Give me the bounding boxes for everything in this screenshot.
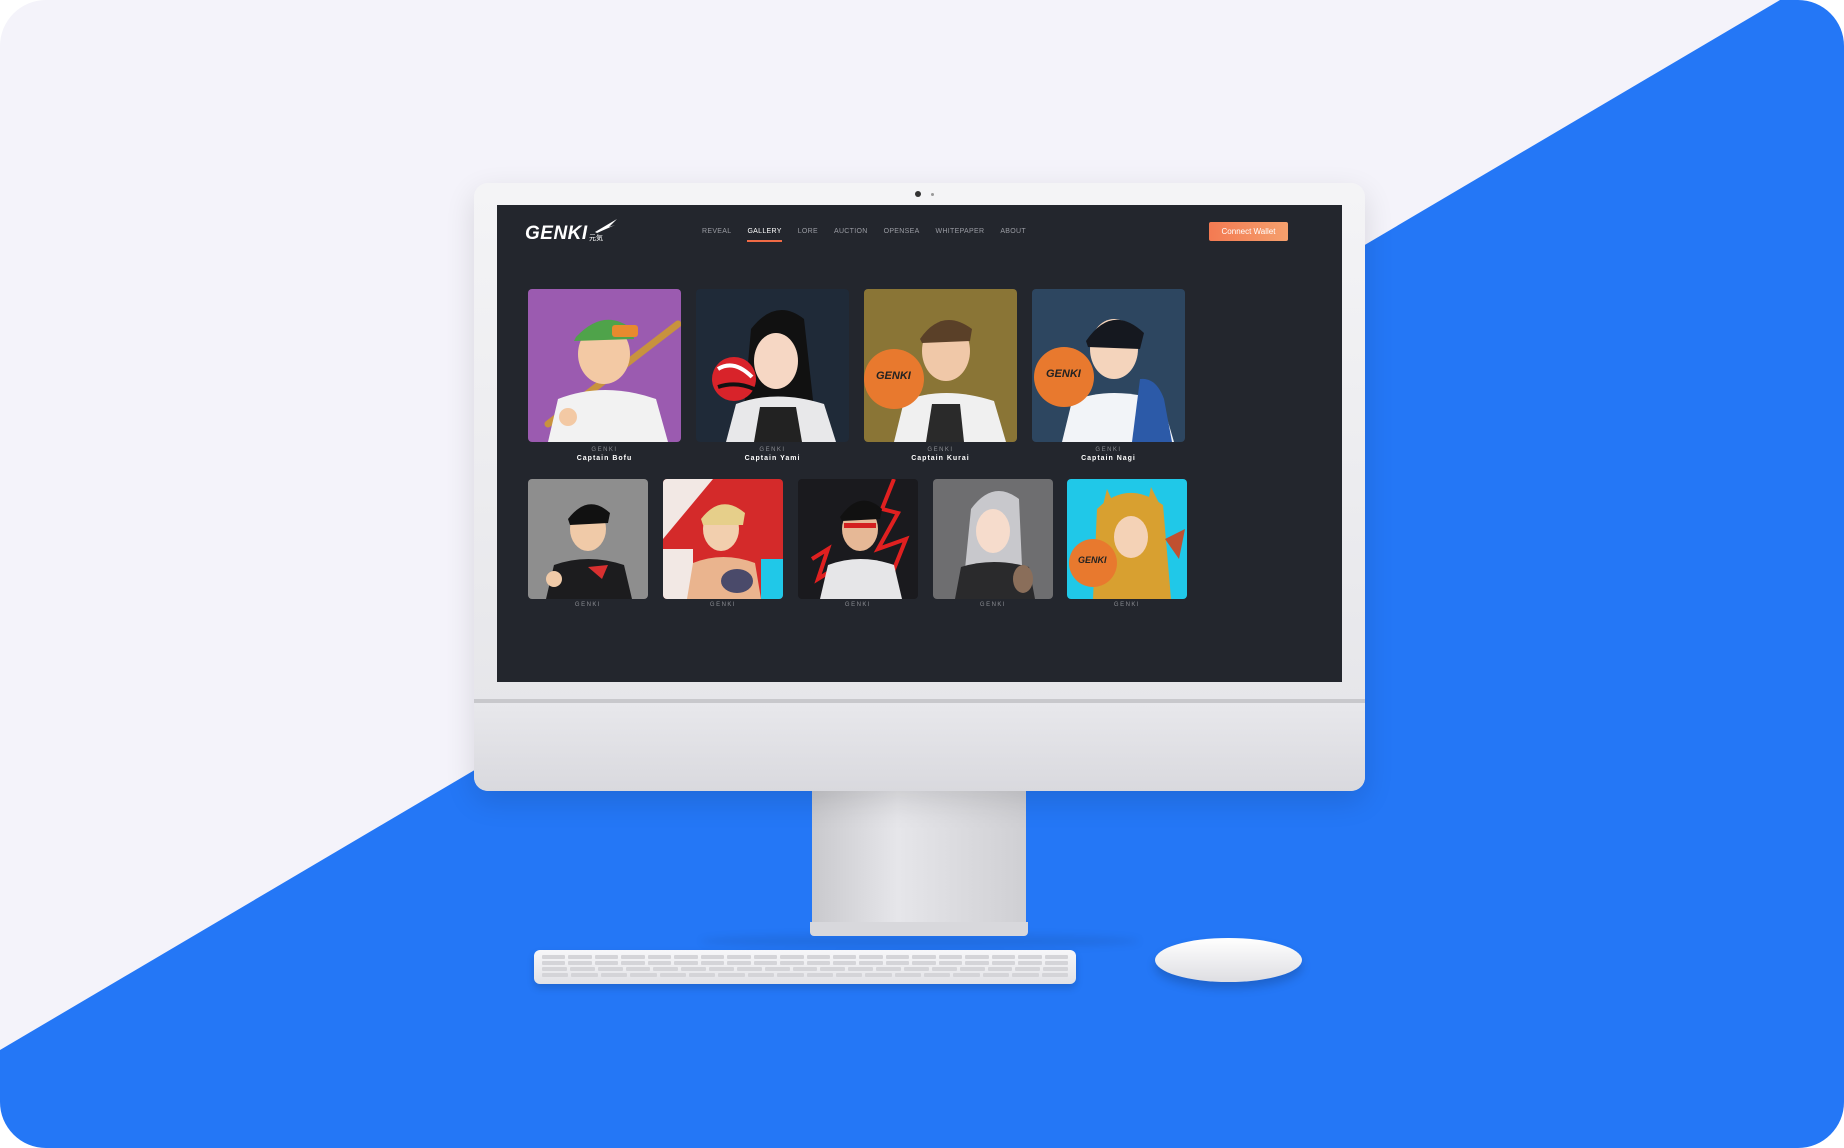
card-caption: GENKI Captain Kurai xyxy=(864,447,1017,462)
camera-dot xyxy=(915,191,921,197)
card-brand: GENKI xyxy=(927,447,954,453)
card-name: Captain Kurai xyxy=(911,455,970,462)
nav-lore[interactable]: LORE xyxy=(798,228,818,235)
sensor-dot xyxy=(931,193,934,196)
website-screen: GENKI 元気 REVEAL GALLERY LORE AUCTION OPE… xyxy=(497,205,1342,682)
nft-card-captain-nagi[interactable]: GENKI xyxy=(1032,289,1185,442)
key-row xyxy=(542,967,1069,971)
monitor-stand-foot xyxy=(810,922,1028,936)
stand-shadow xyxy=(700,934,1140,948)
character-portrait-image xyxy=(528,289,681,442)
card-brand: GENKI xyxy=(759,447,786,453)
key-row xyxy=(542,961,1069,965)
nft-card[interactable]: GENKI xyxy=(1067,479,1187,599)
card-brand: GENKI xyxy=(591,447,618,453)
card-caption: GENKI Captain Nagi xyxy=(1032,447,1185,462)
card-brand: GENKI xyxy=(844,602,872,608)
character-portrait-image xyxy=(528,479,648,599)
nft-card[interactable] xyxy=(933,479,1053,599)
nav-auction[interactable]: AUCTION xyxy=(834,228,868,235)
nav-gallery[interactable]: GALLERY xyxy=(747,228,783,242)
card-name: Captain Nagi xyxy=(1081,455,1136,462)
mockup-background: GENKI 元気 REVEAL GALLERY LORE AUCTION OPE… xyxy=(0,0,1844,1148)
character-portrait-image xyxy=(798,479,918,599)
genki-logo[interactable]: GENKI xyxy=(525,223,588,245)
logo-swoosh-icon xyxy=(595,219,617,233)
nav-reveal[interactable]: REVEAL xyxy=(702,228,731,235)
character-portrait-image: GENKI xyxy=(864,289,1017,442)
nft-card-captain-yami[interactable] xyxy=(696,289,849,442)
main-nav: REVEAL GALLERY LORE AUCTION OPENSEA WHIT… xyxy=(702,228,1026,242)
card-name: Captain Bofu xyxy=(576,455,633,462)
card-caption: GENKI xyxy=(1067,602,1187,608)
nav-opensea[interactable]: OPENSEA xyxy=(884,228,920,235)
logo-kanji: 元気 xyxy=(589,235,603,242)
monitor: GENKI 元気 REVEAL GALLERY LORE AUCTION OPE… xyxy=(474,183,1365,791)
character-portrait-image xyxy=(933,479,1053,599)
nav-about[interactable]: ABOUT xyxy=(1000,228,1026,235)
card-caption: GENKI Captain Bofu xyxy=(528,447,681,462)
card-brand: GENKI xyxy=(1095,447,1122,453)
key-row xyxy=(542,973,1069,977)
character-portrait-image: GENKI xyxy=(1067,479,1187,599)
monitor-chin xyxy=(474,703,1365,791)
svg-text:GENKI: GENKI xyxy=(1078,555,1107,565)
card-name: Captain Yami xyxy=(744,455,801,462)
svg-text:GENKI: GENKI xyxy=(1046,368,1082,380)
card-caption: GENKI xyxy=(933,602,1053,608)
nft-card[interactable] xyxy=(528,479,648,599)
card-brand: GENKI xyxy=(1113,602,1141,608)
nft-card-captain-bofu[interactable] xyxy=(528,289,681,442)
magic-mouse xyxy=(1155,938,1302,982)
card-brand: GENKI xyxy=(979,602,1007,608)
character-portrait-image xyxy=(663,479,783,599)
svg-text:GENKI: GENKI xyxy=(876,370,912,382)
nav-whitepaper[interactable]: WHITEPAPER xyxy=(936,228,985,235)
character-portrait-image: GENKI xyxy=(1032,289,1185,442)
card-caption: GENKI Captain Yami xyxy=(696,447,849,462)
card-caption: GENKI xyxy=(528,602,648,608)
nft-card[interactable] xyxy=(798,479,918,599)
keyboard xyxy=(534,950,1076,984)
character-portrait-image xyxy=(696,289,849,442)
connect-wallet-button[interactable]: Connect Wallet xyxy=(1209,222,1288,241)
key-row xyxy=(542,955,1069,959)
card-caption: GENKI xyxy=(798,602,918,608)
card-brand: GENKI xyxy=(574,602,602,608)
monitor-stand xyxy=(812,791,1026,926)
card-brand: GENKI xyxy=(709,602,737,608)
card-caption: GENKI xyxy=(663,602,783,608)
nft-card[interactable] xyxy=(663,479,783,599)
nft-card-captain-kurai[interactable]: GENKI xyxy=(864,289,1017,442)
